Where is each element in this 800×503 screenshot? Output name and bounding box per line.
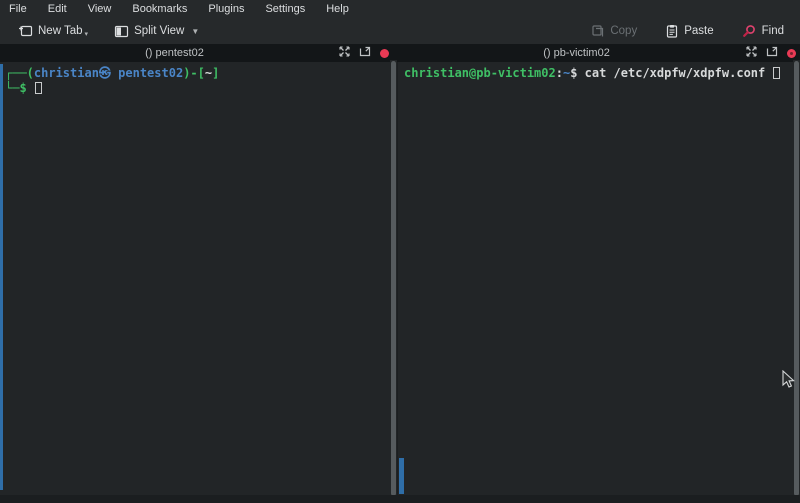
terminal-left[interactable]: ┌──(christian㉿ pentest02)-[~] └─$ [0,62,391,495]
terminal-cursor [773,67,780,79]
pane-divider[interactable] [397,62,398,495]
menu-file[interactable]: File [9,3,27,15]
menu-help[interactable]: Help [326,3,349,15]
split-view-label: Split View [134,25,184,37]
left-pane-accent-bar [0,64,3,490]
expand-view-icon[interactable] [339,44,350,62]
menu-bar: File Edit View Bookmarks Plugins Setting… [0,0,800,18]
scrollbar-thumb[interactable] [391,61,396,496]
left-pane-title: () pentest02 [0,47,349,59]
menu-edit[interactable]: Edit [48,3,67,15]
right-pane-scrollbar[interactable] [793,60,800,497]
right-pane-title: () pb-victim02 [397,47,756,59]
konsole-window: File Edit View Bookmarks Plugins Setting… [0,0,800,503]
close-split-button[interactable] [787,49,796,58]
terminal-right[interactable]: christian@pb-victim02:~$ cat /etc/xdpfw/… [398,62,793,495]
new-tab-label: New Tab [38,25,83,37]
mouse-pointer [781,370,795,394]
expand-view-icon[interactable] [746,44,757,62]
menu-bookmarks[interactable]: Bookmarks [132,3,187,15]
find-label: Find [762,25,784,37]
menu-view[interactable]: View [88,3,112,15]
detach-view-icon[interactable] [766,44,778,62]
split-view-chevron-icon: ▼ [191,27,199,36]
new-tab-button[interactable]: New Tab ▾ [12,21,94,41]
copy-button[interactable]: Copy [585,21,643,41]
menu-plugins[interactable]: Plugins [208,3,244,15]
paste-label: Paste [684,25,713,37]
split-view-button[interactable]: Split View ▼ [108,22,205,41]
right-pane-accent-bar [399,458,404,494]
prompt-line: └─$ [5,81,389,96]
pane-header-bar: () pentest02 () pb-victim02 [0,44,800,62]
right-pane-header[interactable]: () pb-victim02 [397,44,800,62]
terminal-cursor [35,82,42,94]
prompt-line: ┌──(christian㉿ pentest02)-[~] [5,66,389,81]
left-pane-scrollbar[interactable] [390,60,397,497]
split-view-icon [114,25,129,38]
new-tab-dropdown-caret[interactable]: ▾ [85,30,89,38]
find-button[interactable]: Find [736,21,790,41]
paste-icon [665,24,679,38]
close-split-button[interactable] [380,49,389,58]
new-tab-icon [18,24,33,38]
left-pane-header[interactable]: () pentest02 [0,44,393,62]
scrollbar-thumb[interactable] [794,61,799,496]
prompt-line: christian@pb-victim02:~$ cat /etc/xdpfw/… [404,66,791,81]
menu-settings[interactable]: Settings [265,3,305,15]
find-icon [742,24,757,38]
detach-view-icon[interactable] [359,44,371,62]
copy-icon [591,24,605,38]
window-bottom-edge [0,495,800,503]
paste-button[interactable]: Paste [659,21,719,41]
copy-label: Copy [610,25,637,37]
toolbar: New Tab ▾ Split View ▼ [0,18,800,44]
